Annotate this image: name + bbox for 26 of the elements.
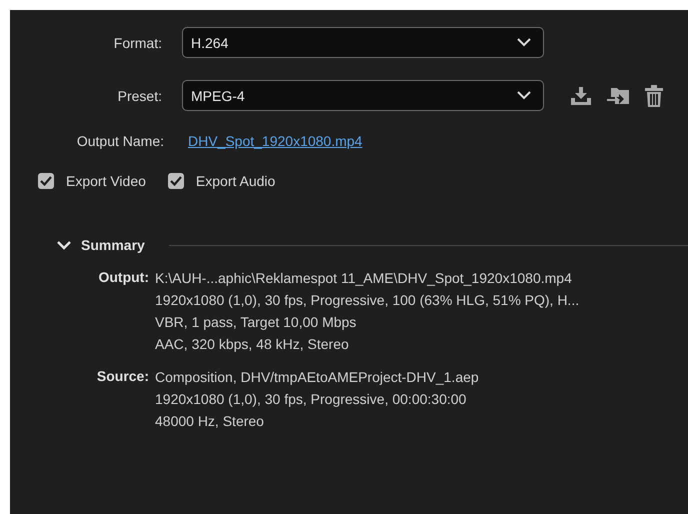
summary-text: AAC, 320 kbps, 48 kHz, Stereo xyxy=(155,335,350,354)
summary-label: Output: xyxy=(97,269,149,287)
summary-text: 1920x1080 (1,0), 30 fps, Progressive, 00:00:30:00 xyxy=(155,390,468,409)
summary-text: 1920x1080 (1,0), 30 fps, Progressive, 100 (63% HLG, 51% PQ), H... xyxy=(155,291,580,310)
caret-icon xyxy=(517,91,531,100)
summary-text: VBR, 1 pass, Target 10,00 Mbps xyxy=(155,313,358,332)
format-label: Format: xyxy=(112,34,162,50)
output-name-label: Output Name: xyxy=(76,133,164,149)
checkbox[interactable] xyxy=(168,173,184,189)
preset-dropdown[interactable]: MPEG-4 xyxy=(182,80,544,111)
checkbox-label: Export Audio xyxy=(196,173,276,189)
checkbox-label: Export Video xyxy=(66,173,146,189)
section-title: Summary xyxy=(81,237,145,253)
preset-label: Preset: xyxy=(116,88,162,104)
folder-icon[interactable] xyxy=(606,86,630,106)
checkbox[interactable] xyxy=(38,173,54,189)
summary-text: 48000 Hz, Stereo xyxy=(155,412,265,431)
summary-text: K:\AUH-...aphic\Reklamespot 11_AME\DHV_Spot_1920x1080.mp4 xyxy=(155,269,573,288)
format-dropdown[interactable]: H.264 xyxy=(182,27,544,58)
output-name-link[interactable]: DHV_Spot_1920x1080.mp4 xyxy=(188,133,362,149)
trash-icon[interactable] xyxy=(644,84,664,106)
summary-label: Source: xyxy=(96,368,149,386)
import-icon[interactable] xyxy=(570,86,592,106)
caret-icon xyxy=(517,38,531,47)
chevron-down-icon[interactable] xyxy=(57,240,71,250)
summary-text: Composition, DHV/tmpAEtoAMEProject-DHV_1.aep xyxy=(155,368,479,387)
